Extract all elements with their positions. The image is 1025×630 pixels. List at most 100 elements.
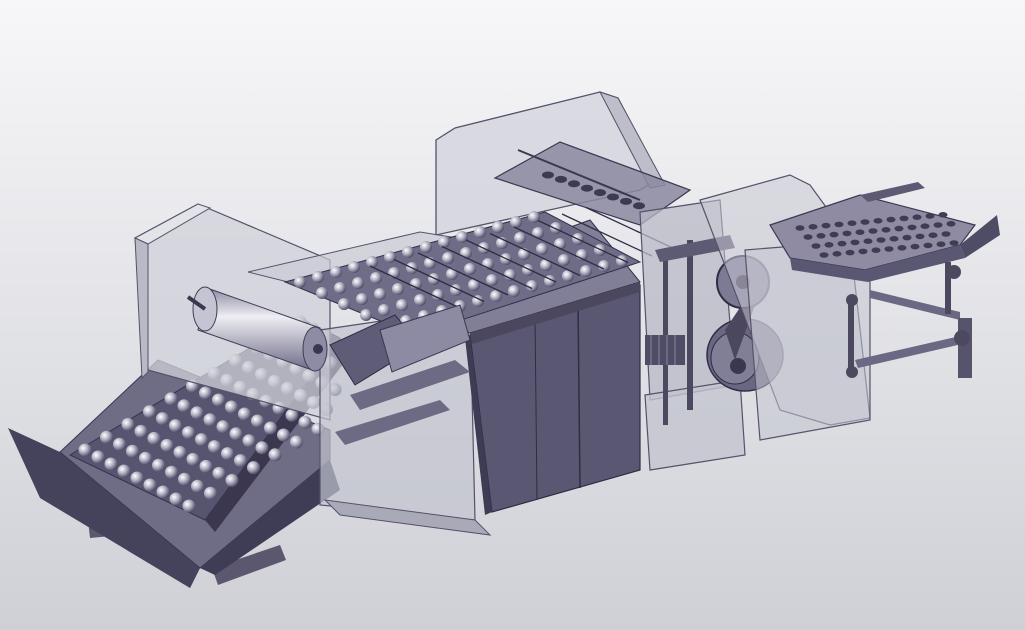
tray-hole (899, 215, 909, 222)
egg-ball (173, 445, 187, 459)
tray-hole (946, 221, 956, 227)
egg-cup (633, 202, 645, 210)
egg-ball (338, 298, 350, 310)
frame-leg (958, 318, 972, 378)
tray-hole (884, 246, 894, 252)
egg-ball (392, 283, 404, 295)
tray-hole (829, 231, 839, 238)
egg-ball (160, 438, 174, 452)
egg-ball (420, 241, 432, 253)
tray-hole (816, 233, 826, 239)
tray-hole (941, 231, 951, 237)
tray-hole (803, 234, 813, 240)
crank-pin (730, 358, 746, 374)
frame-knob (947, 265, 961, 279)
egg-ball (143, 405, 156, 419)
egg-ball (208, 440, 221, 454)
tray-hole (915, 233, 925, 240)
egg-ball (378, 304, 390, 316)
egg-ball (156, 412, 169, 426)
egg-ball (532, 227, 544, 239)
tray-hole (850, 239, 860, 246)
egg-cup (620, 197, 632, 205)
tray-hole (808, 224, 818, 230)
tray-hole (863, 238, 873, 244)
egg-ball (113, 437, 126, 451)
tray-hole (858, 248, 868, 255)
tray-hole (876, 237, 886, 243)
egg-ball (117, 464, 131, 478)
egg-ball (130, 471, 144, 485)
tray-hole (837, 240, 847, 247)
tray-hole (795, 225, 805, 231)
drive-lower-glass (644, 379, 746, 471)
egg-ball (374, 288, 386, 300)
egg-ball (510, 216, 522, 228)
egg-cup (594, 189, 606, 197)
egg-ball (410, 278, 422, 290)
egg-ball (508, 285, 520, 297)
egg-ball (190, 406, 204, 420)
tray-hole (889, 236, 899, 242)
egg-ball (598, 260, 610, 272)
egg-ball (550, 222, 562, 234)
egg-ball (91, 450, 105, 464)
egg-ball (330, 266, 342, 278)
egg-ball (203, 413, 217, 427)
vertical-post (687, 240, 693, 410)
egg-ball (126, 444, 139, 458)
egg-ball (104, 457, 118, 471)
egg-cup (542, 171, 554, 179)
egg-ball (247, 461, 260, 475)
tray-hole (860, 219, 870, 225)
egg-ball (442, 252, 454, 264)
egg-ball (370, 272, 382, 284)
egg-ball (177, 399, 191, 413)
tray-hole (855, 229, 865, 235)
tray-hole (907, 224, 917, 231)
egg-ball (143, 478, 157, 492)
egg-ball (474, 226, 486, 238)
egg-ball (366, 256, 378, 268)
cad-viewport[interactable] (0, 0, 1025, 630)
tray-hole (928, 232, 938, 238)
tray-hole (819, 252, 829, 258)
tray-hole (811, 243, 821, 249)
egg-ball (238, 407, 251, 421)
egg-ball (186, 452, 200, 466)
frame-leg (848, 300, 854, 370)
tray-hole (936, 241, 946, 247)
egg-ball (348, 261, 360, 273)
egg-ball (147, 431, 161, 445)
tray-hole (847, 220, 857, 226)
tray-hole (910, 243, 920, 250)
egg-ball (216, 420, 230, 434)
egg-ball (191, 479, 204, 493)
egg-ball (298, 415, 312, 429)
egg-ball (277, 428, 290, 442)
tray-hole (832, 251, 842, 257)
egg-ball (195, 433, 208, 447)
tray-hole (845, 249, 855, 256)
egg-ball (486, 274, 498, 286)
egg-ball (178, 472, 191, 486)
egg-ball (352, 277, 364, 289)
egg-ball (402, 246, 414, 258)
egg-cup (568, 180, 580, 188)
roller-hub (313, 344, 323, 354)
egg-ball (229, 427, 243, 441)
egg-ball (251, 414, 264, 428)
egg-ball (580, 265, 592, 277)
egg-ball (264, 421, 277, 435)
egg-ball (334, 282, 346, 294)
egg-ball (504, 269, 516, 281)
frame-knob (846, 294, 858, 306)
egg-ball (438, 236, 450, 248)
egg-ball (169, 492, 183, 506)
tray-hole (902, 234, 912, 241)
egg-ball (540, 259, 552, 271)
tray-hole (912, 214, 922, 220)
egg-ball (204, 486, 217, 500)
tray-hole (868, 228, 878, 234)
egg-ball (134, 424, 148, 438)
